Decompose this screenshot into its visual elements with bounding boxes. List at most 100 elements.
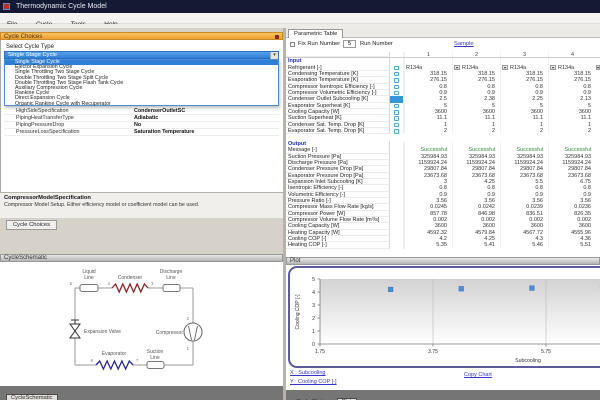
cycle-choices-header[interactable]: Cycle Choices (0, 32, 283, 40)
x-axis-label: Subcooling (515, 358, 541, 364)
value-cell: 5.51 (548, 242, 596, 249)
checkbox-icon[interactable] (394, 90, 399, 96)
checkbox-icon[interactable] (394, 103, 399, 109)
y-tick-label: 1 (312, 329, 315, 335)
value-cell[interactable]: 2 (548, 128, 596, 135)
value-cell[interactable]: 2 (452, 128, 500, 135)
right-bottom-tabbar: Cycle Plot Plot (286, 390, 600, 400)
cycle-schematic-title: CycleSchematic (4, 255, 48, 261)
copy-chart-link[interactable]: Copy Chart (464, 372, 492, 378)
dropdown-icon[interactable]: ▾ (502, 65, 508, 71)
x-axis-link[interactable]: X : Subcooling (290, 370, 325, 376)
checkbox-icon[interactable] (394, 84, 399, 90)
parametric-table: 1 2 3 4 Input Refrigerant [-] R134a ▾ R134a ▾ R134… (286, 52, 600, 250)
cycle-schematic-canvas: Liquid Line Condenser Discharge Line Compress… (0, 262, 283, 386)
tab-cycle-schematic[interactable]: CycleSchematic (6, 394, 58, 400)
property-name: PipingPressureDrop (16, 122, 65, 128)
table-row: Evaporator Sat. Temp. Drop [K] 2 2 2 2 (286, 128, 600, 135)
cell-value: 5.51 (580, 242, 591, 249)
value-cell: 5.41 (452, 242, 500, 249)
expansion-valve-component[interactable] (69, 330, 81, 339)
sample-link[interactable]: Sample (454, 41, 474, 47)
plot-area-wrap: 0 1 2 3 4 5 1.75 3.75 5.75 Subcooling Cooling COP … (286, 265, 600, 390)
node-number: 1 (187, 346, 190, 351)
property-row[interactable]: PipingHeatTransferType Adiabatic (4, 115, 279, 122)
liquid-line-component[interactable] (79, 284, 99, 292)
cycle-type-dropdown-list: Single Stage Cycle Ejector Expansion Cycl… (4, 59, 279, 106)
property-row[interactable]: HighSideSpecification CondenserOutletSC (4, 108, 279, 115)
checkbox-icon[interactable] (394, 78, 399, 83)
property-name: PipingHeatTransferType (16, 115, 74, 121)
property-row[interactable]: PipingPressureDrop No (4, 122, 279, 129)
checkbox-icon[interactable] (394, 129, 399, 134)
right-panel: Parametric Table Fix Run Number Run Numb… (286, 28, 600, 400)
y-tick-label: 5 (312, 277, 315, 283)
schematic-svg: LiquidLine CondenserDischargeLineCompress… (69, 269, 203, 371)
x-tick-label: 1.75 (315, 349, 325, 355)
condenser-coil[interactable] (111, 282, 149, 294)
value-cell[interactable]: 2 (404, 128, 452, 135)
combo-value: Single Stage Cycle (8, 52, 57, 58)
node-number: 7 (136, 358, 139, 363)
cycle-type-combobox[interactable]: Single Stage Cycle ▾ (4, 51, 279, 59)
evaporator-coil[interactable] (95, 359, 134, 371)
dropdown-icon[interactable]: ▾ (596, 65, 600, 71)
data-point[interactable] (529, 285, 535, 291)
partial-cell (596, 128, 600, 134)
condenser-label: Condenser (118, 275, 143, 281)
checkbox-icon[interactable] (394, 110, 399, 115)
checkbox-icon[interactable] (394, 122, 399, 128)
y-axis-link[interactable]: Y : Cooling COP [-] (290, 379, 337, 385)
data-point[interactable] (388, 286, 394, 292)
value-cell[interactable]: 2 (500, 128, 548, 135)
chevron-down-icon[interactable]: ▾ (270, 52, 278, 59)
dropdown-icon[interactable]: ▾ (550, 65, 556, 71)
plot-panel-header[interactable]: Plot (286, 257, 600, 265)
column-header[interactable]: 2 (452, 52, 500, 58)
fix-run-checkbox[interactable] (290, 42, 295, 47)
cell-value: 2 (491, 128, 495, 135)
dropdown-icon[interactable]: ▾ (454, 65, 460, 71)
cell-value: 5.41 (484, 242, 495, 249)
expansion-valve-component[interactable] (69, 323, 81, 332)
property-value: Saturation Temperature (134, 129, 195, 135)
app-icon (3, 3, 10, 10)
column-header[interactable]: 4 (548, 52, 596, 58)
tab-cycle-choices[interactable]: Cycle Choices (6, 220, 58, 230)
suction-line-component[interactable] (146, 361, 165, 369)
row-checkbox-cell[interactable] (390, 242, 404, 249)
header-corner (286, 52, 390, 58)
column-header[interactable]: 3 (500, 52, 548, 58)
property-name: HighSideSpecification (16, 108, 69, 114)
compressor-component[interactable] (183, 322, 203, 342)
table-controls: Fix Run Number Run Number Sample (286, 38, 600, 52)
tab-parametric-table[interactable]: Parametric Table (288, 29, 344, 38)
cycle-choices-tabstrip: Cycle Choices (0, 218, 283, 254)
checkbox-icon[interactable] (394, 71, 399, 77)
node-number: 4 (108, 281, 111, 286)
checkbox-icon[interactable] (394, 65, 399, 71)
run-number-input[interactable] (343, 40, 356, 48)
data-point[interactable] (458, 286, 464, 292)
node-number: 3 (151, 281, 154, 286)
value-cell: 5.35 (404, 242, 452, 249)
evaporator-label: Evaporator (102, 351, 127, 357)
discharge-line-component[interactable] (162, 284, 181, 292)
title-bar[interactable]: Thermodynamic Cycle Model (0, 0, 600, 13)
cell-value: 5.35 (436, 242, 447, 249)
cycle-type-option[interactable]: Organic Rankine Cycle with Recuperator (5, 101, 278, 107)
left-bottom-tabbar: CycleSchematic (0, 386, 283, 400)
compressor-label: Compressor (156, 330, 184, 336)
column-header[interactable]: 1 (404, 52, 452, 58)
property-row[interactable]: PressureLossSpecification Saturation Temp… (4, 129, 279, 136)
row-checkbox-cell[interactable] (390, 128, 404, 135)
checkbox-icon[interactable] (394, 116, 399, 121)
pin-icon[interactable] (275, 34, 279, 39)
cycle-schematic-header[interactable]: CycleSchematic (0, 254, 283, 262)
cell-value: 2 (539, 128, 543, 135)
node-number: 6 (91, 358, 94, 363)
run-number-label: Run Number (360, 41, 393, 47)
plot-svg: 0 1 2 3 4 5 1.75 3.75 5.75Subcooling Cooling COP … (288, 266, 600, 368)
property-value: No (134, 122, 142, 128)
cell-value: 2 (587, 128, 591, 135)
